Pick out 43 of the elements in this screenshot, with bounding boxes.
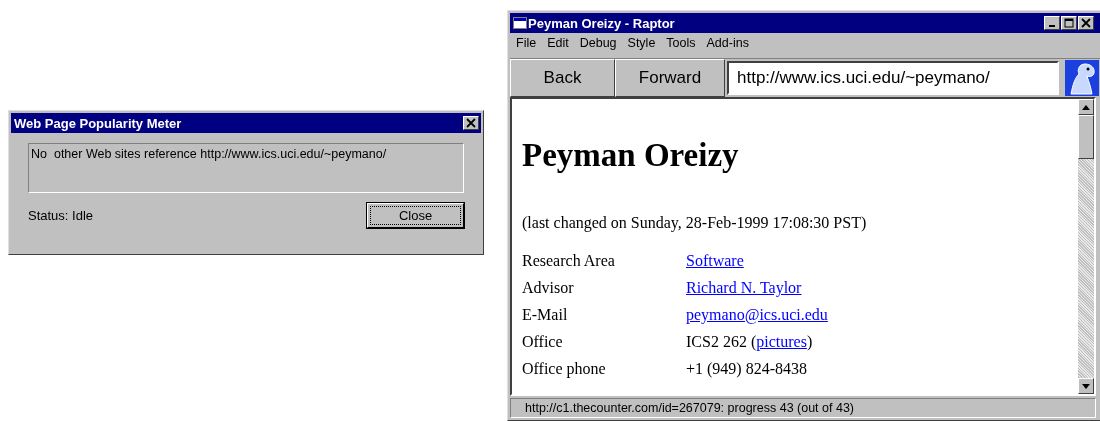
close-icon	[1081, 18, 1091, 28]
scrollbar[interactable]	[1078, 99, 1094, 394]
link[interactable]: peymano@ics.uci.edu	[686, 306, 828, 324]
close-button[interactable]	[1078, 16, 1094, 30]
field-value: +1 (949) 824-8438	[686, 360, 807, 378]
scroll-up-button[interactable]	[1078, 99, 1094, 115]
window-icon	[513, 17, 527, 29]
scroll-down-button[interactable]	[1078, 378, 1094, 394]
close-button[interactable]: Close	[367, 203, 464, 228]
close-icon	[466, 118, 476, 128]
window-title: Web Page Popularity Meter	[14, 115, 183, 131]
last-changed-text: (last changed on Sunday, 28-Feb-1999 17:08:30 PST)	[522, 214, 868, 232]
menu-item[interactable]: Edit	[547, 36, 569, 53]
message-text: No other Web sites reference http://www.ics.uci.edu/~peymano/	[28, 143, 464, 193]
link[interactable]: Software	[686, 252, 744, 270]
close-button[interactable]	[463, 116, 479, 130]
minimize-button[interactable]	[1044, 16, 1060, 30]
window-title: Peyman Oreizy - Raptor	[528, 15, 676, 31]
up-arrow-icon	[1082, 104, 1090, 110]
status-text: Status: Idle	[28, 208, 94, 223]
nav-button[interactable]: Back	[510, 59, 615, 97]
link[interactable]: Richard N. Taylor	[686, 279, 802, 297]
field-label: Office	[522, 333, 563, 351]
menu-item[interactable]: Tools	[666, 36, 696, 53]
field-value: ICS2 262 (pictures)	[686, 333, 813, 351]
link[interactable]: pictures	[756, 333, 807, 350]
field-label: Office phone	[522, 360, 606, 378]
scroll-thumb[interactable]	[1078, 115, 1094, 159]
menu-item[interactable]: Add-ins	[706, 36, 749, 53]
nav-button[interactable]: Forward	[615, 59, 725, 97]
status-bar: http://c1.thecounter.com/id=267079: progress 43 (out of 43)	[510, 398, 1096, 418]
down-arrow-icon	[1082, 383, 1090, 389]
page-heading: Peyman Oreizy	[522, 137, 740, 174]
minimize-icon	[1049, 25, 1055, 27]
field-label: E-Mail	[522, 306, 568, 324]
menu-item[interactable]: Debug	[579, 36, 617, 53]
field-label: Research Area	[522, 252, 615, 270]
maximize-icon	[1064, 18, 1074, 28]
menu-item[interactable]: Style	[627, 36, 656, 53]
field-label: Advisor	[522, 279, 574, 297]
maximize-button[interactable]	[1061, 16, 1077, 30]
menu-item[interactable]: File	[516, 36, 537, 53]
address-field[interactable]: http://www.ics.uci.edu/~peymano/	[727, 61, 1059, 95]
